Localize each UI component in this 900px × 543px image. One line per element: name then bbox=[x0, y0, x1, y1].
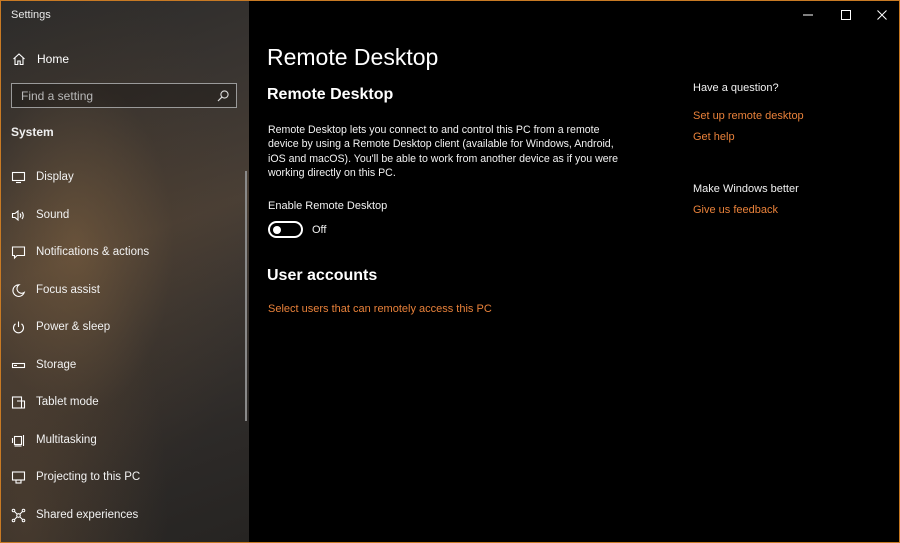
nav-list: Display Sound Notifications & actions Fo… bbox=[1, 159, 249, 534]
projecting-icon bbox=[11, 470, 26, 485]
sidebar-item-tablet-mode[interactable]: Tablet mode bbox=[1, 384, 249, 422]
toggle-state-text: Off bbox=[312, 224, 327, 236]
storage-icon bbox=[11, 358, 26, 373]
sidebar-item-storage[interactable]: Storage bbox=[1, 347, 249, 385]
toggle-knob bbox=[273, 225, 281, 234]
nav-home[interactable]: Home bbox=[1, 47, 249, 71]
give-feedback-link[interactable]: Give us feedback bbox=[693, 204, 778, 216]
sound-icon bbox=[11, 208, 26, 223]
enable-remote-desktop-label: Enable Remote Desktop bbox=[268, 200, 388, 212]
setup-remote-desktop-link[interactable]: Set up remote desktop bbox=[693, 110, 804, 122]
sidebar-item-label: Power & sleep bbox=[36, 321, 111, 333]
sidebar-item-label: Display bbox=[36, 171, 74, 183]
sidebar-item-label: Multitasking bbox=[36, 433, 97, 446]
search-icon[interactable] bbox=[216, 89, 230, 103]
sidebar-item-label: Shared experiences bbox=[36, 508, 139, 521]
search-box[interactable] bbox=[11, 83, 237, 108]
sidebar-item-sound[interactable]: Sound bbox=[1, 197, 249, 235]
display-icon bbox=[11, 170, 26, 185]
section-title-user-accounts: User accounts bbox=[267, 267, 378, 284]
search-input[interactable] bbox=[12, 88, 202, 103]
sidebar-item-label: Sound bbox=[36, 208, 70, 221]
page-title: Remote Desktop bbox=[267, 44, 439, 70]
close-icon bbox=[877, 10, 887, 20]
section-title-remote-desktop: Remote Desktop bbox=[267, 86, 394, 103]
shared-experiences-icon bbox=[11, 508, 26, 523]
sidebar-item-notifications[interactable]: Notifications & actions bbox=[1, 234, 249, 272]
home-icon bbox=[12, 52, 26, 66]
get-help-link[interactable]: Get help bbox=[693, 131, 735, 143]
enable-remote-desktop-toggle[interactable] bbox=[268, 221, 303, 238]
sidebar-item-label: Tablet mode bbox=[36, 396, 99, 408]
sidebar-item-label: Projecting to this PC bbox=[36, 471, 141, 483]
sidebar-item-power-sleep[interactable]: Power & sleep bbox=[1, 309, 249, 347]
sidebar-item-display[interactable]: Display bbox=[1, 159, 249, 197]
select-users-link[interactable]: Select users that can remotely access th… bbox=[268, 303, 492, 315]
sidebar-item-projecting[interactable]: Projecting to this PC bbox=[1, 459, 249, 497]
minimize-icon bbox=[803, 14, 813, 16]
notifications-icon bbox=[11, 245, 26, 260]
sidebar-item-multitasking[interactable]: Multitasking bbox=[1, 422, 249, 460]
minimize-button[interactable] bbox=[789, 1, 827, 29]
sidebar-item-label: Notifications & actions bbox=[36, 246, 150, 258]
tablet-mode-icon bbox=[11, 395, 26, 410]
settings-window: Settings Home System Display bbox=[0, 0, 900, 543]
maximize-icon bbox=[841, 10, 851, 20]
sidebar-item-focus-assist[interactable]: Focus assist bbox=[1, 272, 249, 310]
sidebar: Settings Home System Display bbox=[1, 1, 249, 542]
sidebar-scrollbar[interactable] bbox=[245, 171, 247, 421]
close-button[interactable] bbox=[863, 1, 899, 29]
help-heading: Have a question? bbox=[693, 82, 779, 94]
nav-home-label: Home bbox=[37, 52, 70, 66]
maximize-button[interactable] bbox=[827, 1, 865, 29]
focus-assist-icon bbox=[11, 283, 26, 298]
sidebar-item-shared-experiences[interactable]: Shared experiences bbox=[1, 497, 249, 535]
app-title: Settings bbox=[11, 9, 51, 21]
main-content: Remote Desktop Remote Desktop Remote Des… bbox=[249, 1, 899, 542]
power-icon bbox=[11, 320, 26, 335]
multitasking-icon bbox=[11, 433, 26, 448]
section-label-system: System bbox=[11, 125, 54, 139]
remote-desktop-description: Remote Desktop lets you connect to and c… bbox=[268, 124, 619, 179]
make-windows-better-heading: Make Windows better bbox=[693, 183, 799, 195]
sidebar-item-label: Focus assist bbox=[36, 283, 100, 296]
sidebar-item-label: Storage bbox=[36, 358, 77, 371]
